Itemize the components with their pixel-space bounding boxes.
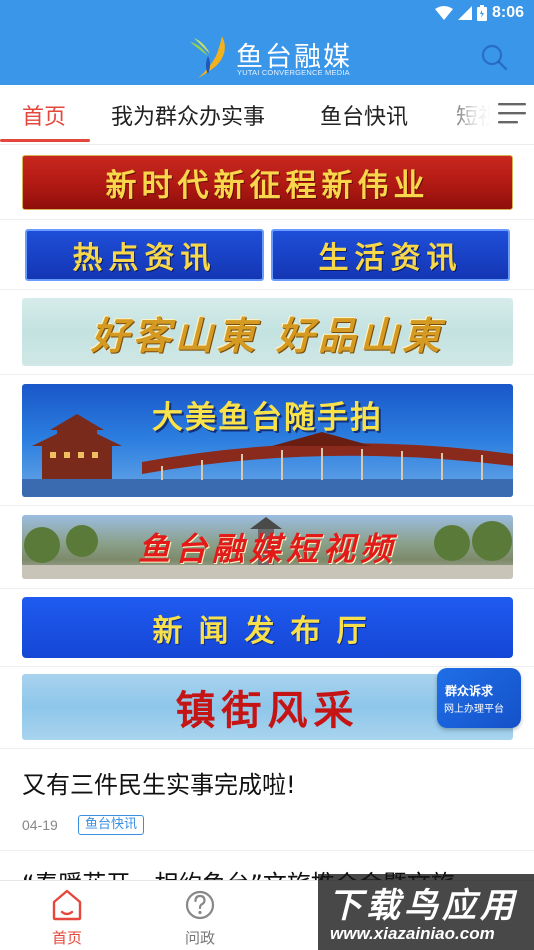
banner-life-news[interactable]: 生活资讯 xyxy=(271,229,510,281)
nav-home-label: 首页 xyxy=(51,929,82,947)
app-screen: 8:06 鱼台融媒 YUTAI CONVERGENCE MEDIA 首页 我为群… xyxy=(0,0,534,950)
banner-yutai-photo[interactable]: 大美鱼台随手拍 xyxy=(22,384,513,497)
divider xyxy=(0,289,534,290)
battery-icon xyxy=(476,5,487,21)
app-subtitle: YUTAI CONVERGENCE MEDIA xyxy=(237,68,350,77)
banner-short-video[interactable]: 鱼台融媒短视频 xyxy=(22,515,513,579)
banner-new-era-text: 新时代新征程新伟业 xyxy=(105,168,430,204)
tab-home[interactable]: 首页 xyxy=(22,99,66,131)
status-icons: 8:06 xyxy=(434,3,524,23)
banner-yutai-photo-text: 大美鱼台随手拍 xyxy=(152,400,383,436)
banner-hot-news-text: 热点资讯 xyxy=(72,241,217,276)
banner-shandong-text: 好客山東 好品山東 xyxy=(90,312,445,358)
appeal-platform-button[interactable]: 群众诉求 网上办理平台 xyxy=(437,668,521,728)
divider xyxy=(0,588,534,589)
divider xyxy=(0,219,534,220)
nav-inquiry-label: 问政 xyxy=(184,929,215,947)
channel-tabs: 首页 我为群众办实事 鱼台快讯 短视 xyxy=(0,85,534,145)
banner-shandong[interactable]: 好客山東 好品山東 xyxy=(22,298,513,366)
divider xyxy=(0,505,534,506)
nav-home[interactable]: 首页 xyxy=(27,881,107,950)
divider xyxy=(0,666,534,667)
news-category-tag: 鱼台快讯 xyxy=(78,815,145,835)
banner-life-news-text: 生活资讯 xyxy=(318,241,463,276)
news-title: 又有三件民生实事完成啦! xyxy=(22,771,296,799)
tab-serve-people[interactable]: 我为群众办实事 xyxy=(111,99,265,131)
watermark-url: www.xiazainiao.com xyxy=(330,924,495,943)
banner-press-hall-text: 新闻发布厅 xyxy=(152,613,383,649)
banner-short-video-text: 鱼台融媒短视频 xyxy=(137,530,397,568)
watermark-title: 下载鸟应用 xyxy=(328,886,518,926)
divider xyxy=(0,748,534,749)
search-icon[interactable] xyxy=(478,41,510,73)
fish-logo-icon xyxy=(190,36,225,78)
banner-town-style-text: 镇街风采 xyxy=(175,687,360,734)
app-header: 鱼台融媒 YUTAI CONVERGENCE MEDIA xyxy=(0,26,534,85)
app-logo: 鱼台融媒 YUTAI CONVERGENCE MEDIA xyxy=(186,32,356,78)
banner-new-era[interactable]: 新时代新征程新伟业 xyxy=(22,155,513,210)
news-list-item[interactable]: 又有三件民生实事完成啦! 04-19 鱼台快讯 xyxy=(0,750,534,850)
wifi-icon xyxy=(434,6,453,20)
question-icon xyxy=(185,890,215,920)
menu-icon[interactable] xyxy=(498,101,526,125)
banner-hot-news[interactable]: 热点资讯 xyxy=(25,229,264,281)
home-icon xyxy=(52,889,82,921)
tab-yutai-news[interactable]: 鱼台快讯 xyxy=(320,99,408,131)
divider xyxy=(0,374,534,375)
news-date: 04-19 xyxy=(22,817,58,833)
nav-inquiry[interactable]: 问政 xyxy=(160,881,240,950)
active-tab-indicator xyxy=(0,139,90,142)
status-time: 8:06 xyxy=(491,4,524,21)
appeal-platform-title: 群众诉求 xyxy=(445,684,494,698)
status-bar: 8:06 xyxy=(0,0,534,26)
banner-press-hall[interactable]: 新闻发布厅 xyxy=(22,597,513,658)
appeal-platform-subtitle: 网上办理平台 xyxy=(444,704,504,715)
watermark: 下载鸟应用 www.xiazainiao.com xyxy=(318,874,534,950)
signal-icon xyxy=(457,6,472,20)
